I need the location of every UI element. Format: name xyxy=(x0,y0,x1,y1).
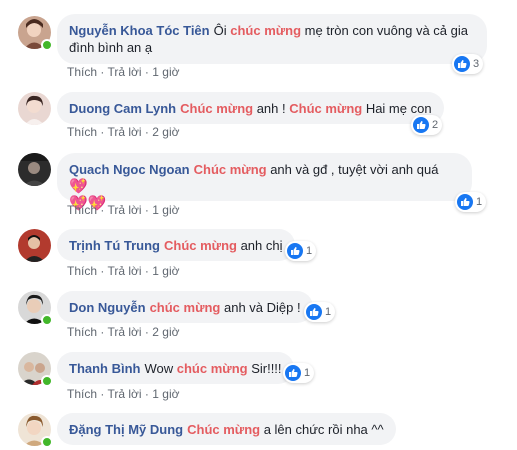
comment-text: chúc mừng xyxy=(149,300,221,315)
comment-text: anh ! xyxy=(253,101,290,116)
like-link[interactable]: Thích xyxy=(67,125,97,139)
comment-actions: Thích · Trả lời · 1 giờ xyxy=(67,263,179,279)
comment-author[interactable]: Duong Cam Lynh xyxy=(69,101,176,116)
comment-author[interactable]: Nguyễn Khoa Tóc Tiên xyxy=(69,23,210,38)
online-indicator xyxy=(41,436,53,448)
reply-link[interactable]: Trả lời xyxy=(107,65,141,79)
like-link[interactable]: Thích xyxy=(67,387,97,401)
separator: · xyxy=(144,387,149,401)
reply-link[interactable]: Trả lời xyxy=(107,125,141,139)
reaction-count[interactable]: 1 xyxy=(455,192,487,212)
sparkling-heart-icon: 💖 xyxy=(69,178,88,195)
comment-text: anh và Diệp ! xyxy=(220,300,301,315)
comment-text: Ôi xyxy=(213,23,231,38)
comment-bubble: Nguyễn Khoa Tóc Tiên Ôi chúc mừng mẹ tròn… xyxy=(57,14,487,64)
reaction-number: 1 xyxy=(325,306,332,318)
comment-text: anh chị xyxy=(236,238,283,253)
separator: · xyxy=(144,203,149,217)
thumbs-up-icon xyxy=(413,117,429,133)
timestamp[interactable]: 1 giờ xyxy=(152,387,179,401)
separator: · xyxy=(144,264,149,278)
timestamp[interactable]: 1 giờ xyxy=(152,203,179,217)
separator: · xyxy=(100,203,105,217)
reaction-count[interactable]: 1 xyxy=(285,241,317,261)
comment-author[interactable]: Thanh Bình xyxy=(69,361,141,376)
comment-actions: Thích · Trả lời · 2 giờ xyxy=(67,124,179,140)
reaction-count[interactable]: 3 xyxy=(452,54,484,74)
avatar[interactable] xyxy=(18,92,51,125)
separator: · xyxy=(100,387,105,401)
separator: · xyxy=(100,125,105,139)
online-indicator xyxy=(41,39,53,51)
like-link[interactable]: Thích xyxy=(67,65,97,79)
comment-text: Sir!!!! xyxy=(247,361,282,376)
thumbs-up-icon xyxy=(454,56,470,72)
avatar[interactable] xyxy=(18,153,51,186)
timestamp[interactable]: 1 giờ xyxy=(152,65,179,79)
reply-link[interactable]: Trả lời xyxy=(107,203,141,217)
comment-text: chúc mừng xyxy=(176,361,248,376)
like-link[interactable]: Thích xyxy=(67,325,97,339)
thumbs-up-icon xyxy=(285,365,301,381)
timestamp[interactable]: 2 giờ xyxy=(152,325,179,339)
like-link[interactable]: Thích xyxy=(67,203,97,217)
comment-bubble: Duong Cam Lynh Chúc mừng anh ! Chúc mừng … xyxy=(57,92,444,124)
comment-bubble: Quach Ngoc Ngoan Chúc mừng anh và gđ , tu… xyxy=(57,153,472,212)
reaction-number: 1 xyxy=(306,245,313,257)
separator: · xyxy=(100,264,105,278)
comment-actions: Thích · Trả lời · 2 giờ xyxy=(67,324,179,340)
separator: · xyxy=(144,65,149,79)
comment-author[interactable]: Đặng Thị Mỹ Dung xyxy=(69,422,183,437)
comment-author[interactable]: Don Nguyễn xyxy=(69,300,146,315)
reply-link[interactable]: Trả lời xyxy=(107,325,141,339)
comment-text: Chúc mừng xyxy=(180,101,254,116)
like-link[interactable]: Thích xyxy=(67,264,97,278)
comment-text: Chúc mừng xyxy=(289,101,363,116)
comment-actions: Thích · Trả lời · 1 giờ xyxy=(67,202,179,218)
online-indicator xyxy=(41,314,53,326)
timestamp[interactable]: 2 giờ xyxy=(152,125,179,139)
timestamp[interactable]: 1 giờ xyxy=(152,264,179,278)
separator: · xyxy=(144,125,149,139)
reply-link[interactable]: Trả lời xyxy=(107,264,141,278)
thumbs-up-icon xyxy=(457,194,473,210)
separator: · xyxy=(144,325,149,339)
comment-bubble: Thanh Bình Wow chúc mừng Sir!!!! xyxy=(57,352,294,384)
reaction-count[interactable]: 1 xyxy=(304,302,336,322)
avatar[interactable] xyxy=(18,291,53,326)
reply-link[interactable]: Trả lời xyxy=(107,387,141,401)
comment-author[interactable]: Quach Ngoc Ngoan xyxy=(69,162,190,177)
avatar[interactable] xyxy=(18,16,53,51)
online-indicator xyxy=(41,375,53,387)
comment-bubble: Don Nguyễn chúc mừng anh và Diệp ! xyxy=(57,291,313,323)
reaction-count[interactable]: 2 xyxy=(411,115,443,135)
comment-text: Chúc mừng xyxy=(164,238,237,253)
thumbs-up-icon xyxy=(287,243,303,259)
comment-text: Wow xyxy=(144,361,177,376)
separator: · xyxy=(100,325,105,339)
comment-author[interactable]: Trịnh Tú Trung xyxy=(69,238,160,253)
comment-actions: Thích · Trả lời · 1 giờ xyxy=(67,64,179,80)
reaction-number: 1 xyxy=(304,367,311,379)
separator: · xyxy=(100,65,105,79)
reaction-number: 3 xyxy=(473,58,480,70)
comment-text: Chúc mừng xyxy=(187,422,261,437)
avatar[interactable] xyxy=(18,229,51,262)
reaction-number: 2 xyxy=(432,119,439,131)
reaction-count[interactable]: 1 xyxy=(283,363,315,383)
avatar[interactable] xyxy=(18,352,53,387)
thumbs-up-icon xyxy=(306,304,322,320)
comment-text: anh và gđ , tuyệt vời anh quá xyxy=(266,162,439,177)
comment-text: Chúc mừng xyxy=(193,162,267,177)
comment-text: Hai mẹ con xyxy=(362,101,432,116)
comment-actions: Thích · Trả lời · 1 giờ xyxy=(67,386,179,402)
comment-bubble: Đặng Thị Mỹ Dung Chúc mừng a lên chức rồi… xyxy=(57,413,396,445)
reaction-number: 1 xyxy=(476,196,483,208)
comment-bubble: Trịnh Tú Trung Chúc mừng anh chị xyxy=(57,229,295,261)
comment-text: a lên chức rồi nha ^^ xyxy=(260,422,384,437)
comment-text: chúc mừng xyxy=(230,23,302,38)
avatar[interactable] xyxy=(18,413,53,448)
